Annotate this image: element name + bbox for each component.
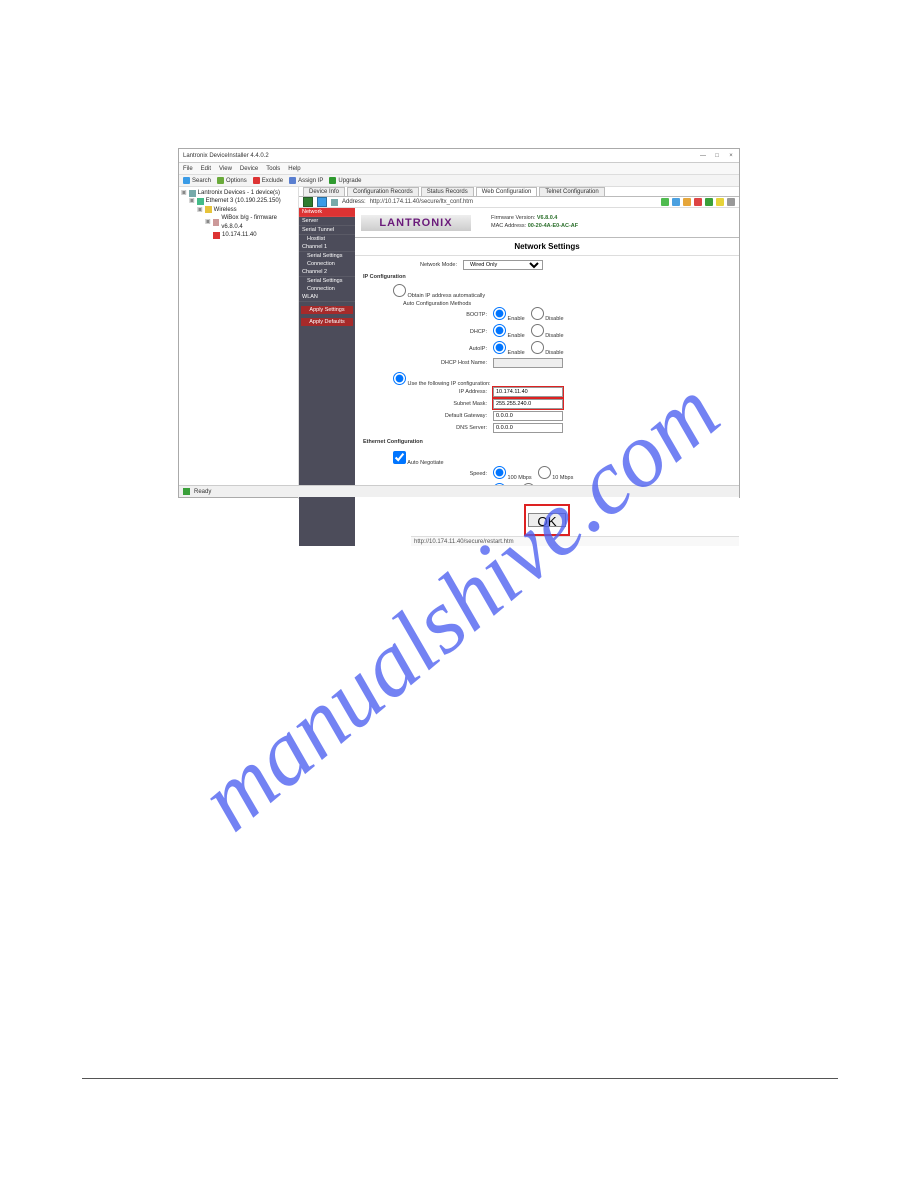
exclude-icon (253, 177, 260, 184)
dns-label: DNS Server: (393, 425, 493, 431)
home-icon[interactable] (331, 199, 338, 206)
menu-file[interactable]: File (183, 166, 193, 172)
toolbar-upgrade[interactable]: Upgrade (329, 177, 361, 184)
sidenav-ch1-serial[interactable]: Serial Settings (299, 252, 355, 260)
tab-config-records[interactable]: Configuration Records (347, 187, 419, 196)
toolbar-search[interactable]: Search (183, 177, 211, 184)
go-icon[interactable] (661, 198, 669, 206)
nav-icon-3[interactable] (705, 198, 713, 206)
menu-edit[interactable]: Edit (201, 166, 211, 172)
header-info: Firmware Version: V6.8.0.4 MAC Address: … (491, 215, 578, 229)
nav-icon-1[interactable] (683, 198, 691, 206)
tree-ip[interactable]: 10.174.11.40 (213, 231, 296, 239)
dhcp-enable[interactable]: Enable (493, 333, 525, 339)
footer-rule (82, 1078, 838, 1079)
tree-ethernet[interactable]: ▣Ethernet 3 (10.190.225.150) (189, 197, 296, 205)
bootp-disable[interactable]: Disable (531, 316, 564, 322)
status-icon (183, 488, 190, 495)
sidenav-network[interactable]: Network (299, 208, 355, 217)
ip-address-input[interactable] (493, 387, 563, 397)
device-tree: ▣Lantronix Devices - 1 device(s) ▣Ethern… (179, 187, 299, 499)
assign-ip-icon (289, 177, 296, 184)
address-bar: Address: http://10.174.11.40/secure/ltx_… (299, 197, 739, 208)
tab-status-records[interactable]: Status Records (421, 187, 474, 196)
close-button[interactable]: × (727, 153, 735, 159)
options-icon (217, 177, 224, 184)
network-mode-label: Network Mode: (363, 262, 463, 268)
auto-negotiate-checkbox[interactable]: Auto Negotiate (393, 460, 444, 466)
tab-web-config[interactable]: Web Configuration (476, 187, 538, 196)
content-tabs: Device Info Configuration Records Status… (299, 187, 739, 197)
sidenav-apply-defaults[interactable]: Apply Defaults (301, 318, 353, 326)
upgrade-icon (329, 177, 336, 184)
dhcp-host-input[interactable] (493, 358, 563, 368)
address-url[interactable]: http://10.174.11.40/secure/ltx_conf.htm (370, 199, 657, 205)
nav-back-button[interactable] (303, 197, 313, 207)
brand-logo: LANTRONIX (361, 215, 471, 231)
titlebar: Lantronix DeviceInstaller 4.4.0.2 — □ × (179, 149, 739, 163)
toolbar-options[interactable]: Options (217, 177, 247, 184)
minimize-button[interactable]: — (699, 153, 707, 159)
nav-forward-button[interactable] (317, 197, 327, 207)
menu-view[interactable]: View (219, 166, 232, 172)
menu-help[interactable]: Help (288, 166, 300, 172)
sidenav-apply-settings[interactable]: Apply Settings (301, 306, 353, 314)
ip-config-heading: IP Configuration (363, 274, 731, 280)
menu-tools[interactable]: Tools (266, 166, 280, 172)
external-browser-icon[interactable] (672, 198, 680, 206)
folder-icon (205, 206, 212, 213)
subnet-input[interactable] (493, 399, 563, 409)
autoip-disable[interactable]: Disable (531, 350, 564, 356)
menu-device[interactable]: Device (240, 166, 258, 172)
sidenav-server[interactable]: Server (299, 217, 355, 226)
sidenav-channel-2[interactable]: Channel 2 (299, 268, 355, 277)
autoip-enable[interactable]: Enable (493, 350, 525, 356)
tab-telnet-config[interactable]: Telnet Configuration (539, 187, 604, 196)
devices-icon (189, 190, 196, 197)
sidenav-channel-1[interactable]: Channel 1 (299, 243, 355, 252)
dhcp-disable[interactable]: Disable (531, 333, 564, 339)
ip-icon (213, 232, 220, 239)
sidenav-wlan[interactable]: WLAN (299, 293, 355, 302)
window-title: Lantronix DeviceInstaller 4.4.0.2 (183, 153, 699, 159)
nav-icon-2[interactable] (694, 198, 702, 206)
section-title: Network Settings (355, 238, 739, 256)
subnet-label: Subnet Mask: (393, 401, 493, 407)
address-label: Address: (342, 199, 366, 205)
dns-input[interactable] (493, 423, 563, 433)
ethernet-icon (197, 198, 204, 205)
tree-wireless[interactable]: ▣Wireless (197, 206, 296, 214)
sidenav-ch2-serial[interactable]: Serial Settings (299, 277, 355, 285)
menubar: File Edit View Device Tools Help (179, 163, 739, 175)
dhcp-host-label: DHCP Host Name: (393, 360, 493, 366)
ip-address-label: IP Address: (393, 389, 493, 395)
sidenav-ch1-connection[interactable]: Connection (299, 260, 355, 268)
gateway-input[interactable] (493, 411, 563, 421)
bootp-enable[interactable]: Enable (493, 316, 525, 322)
status-text: Ready (194, 489, 211, 495)
gateway-label: Default Gateway: (393, 413, 493, 419)
search-icon (183, 177, 190, 184)
print-icon[interactable] (727, 198, 735, 206)
sidenav-serial-tunnel[interactable]: Serial Tunnel (299, 226, 355, 235)
device-icon (213, 219, 220, 226)
tab-device-info[interactable]: Device Info (303, 187, 345, 196)
sidenav-hostlist[interactable]: Hostlist (299, 235, 355, 243)
maximize-button[interactable]: □ (713, 153, 721, 159)
toolbar-assign-ip[interactable]: Assign IP (289, 177, 323, 184)
tree-device[interactable]: ▣WiBox b/g - firmware v6.8.0.4 (205, 214, 296, 231)
ip-auto-radio[interactable]: Obtain IP address automatically (393, 293, 485, 299)
sidenav-ch2-connection[interactable]: Connection (299, 285, 355, 293)
network-mode-select[interactable]: Wired Only (463, 260, 543, 270)
nav-icon-4[interactable] (716, 198, 724, 206)
toolbar-exclude[interactable]: Exclude (253, 177, 283, 184)
tree-root[interactable]: ▣Lantronix Devices - 1 device(s) (181, 189, 296, 197)
toolbar: Search Options Exclude Assign IP Upgrade (179, 175, 739, 187)
